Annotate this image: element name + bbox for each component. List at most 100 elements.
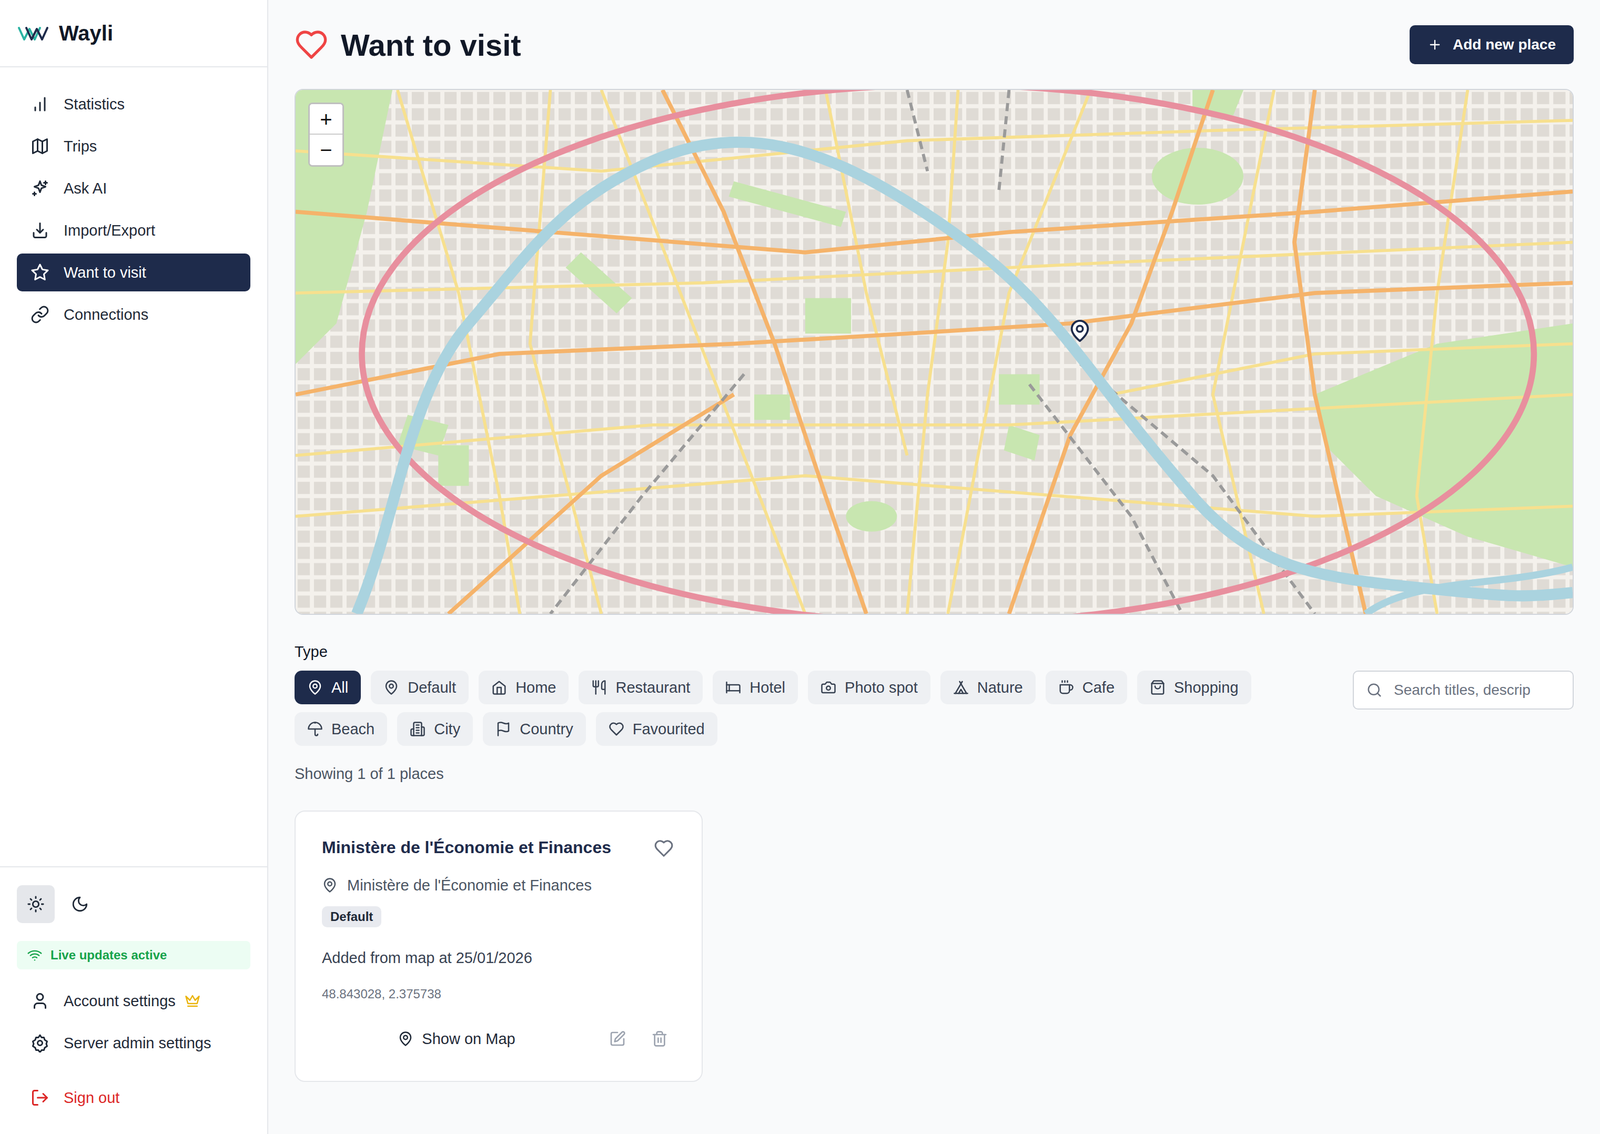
show-on-map-label: Show on Map <box>421 1030 515 1048</box>
sidebar-nav: StatisticsTrips Ask AI Import/Export Want t… <box>0 67 268 352</box>
map-icon <box>30 136 50 156</box>
utensils-icon <box>591 679 607 696</box>
sidebar-item[interactable]: Import/Export <box>16 211 251 250</box>
favourite-button[interactable] <box>652 836 676 860</box>
map-pin-icon <box>397 1030 414 1047</box>
sidebar: Wayli StatisticsTrips Ask AI Import/Export W… <box>0 0 269 1134</box>
search-icon <box>1366 682 1383 698</box>
page-header: Want to visit Add new place <box>294 25 1574 65</box>
results-count: Showing 1 of 1 places <box>294 764 1574 784</box>
filter-chip[interactable]: Shopping <box>1137 670 1252 705</box>
map-tiles <box>295 89 1573 614</box>
user-icon <box>30 991 50 1011</box>
map-marker[interactable] <box>1067 316 1092 346</box>
footer-item[interactable]: Sign out <box>16 1078 251 1117</box>
sidebar-item-label: Ask AI <box>63 179 107 198</box>
filter-chip[interactable]: Country <box>482 712 586 746</box>
shopping-bag-icon <box>1149 679 1166 696</box>
edit-button[interactable] <box>601 1023 634 1055</box>
filter-chip-label: Default <box>407 679 457 697</box>
title: Want to visit <box>294 27 522 63</box>
search-field <box>1352 670 1574 710</box>
sidebar-item[interactable]: Trips <box>16 127 251 166</box>
filter-chip-label: All <box>331 679 349 697</box>
wayli-logo-icon <box>17 22 50 44</box>
log-out-icon <box>30 1088 50 1108</box>
place-location-label: Ministère de l'Économie et Finances <box>347 875 592 895</box>
delete-button[interactable] <box>643 1023 676 1055</box>
coffee-cup-icon <box>1058 679 1075 696</box>
map-pin-icon <box>383 679 400 696</box>
filter-chip-label: Cafe <box>1082 679 1115 697</box>
filter-chip[interactable]: Favourited <box>595 712 718 746</box>
star-icon <box>30 262 50 282</box>
umbrella-icon <box>307 721 323 737</box>
sidebar-footer: Live updates active Account settings Serve… <box>0 866 268 1134</box>
place-type-badge: Default <box>321 906 382 928</box>
theme-button[interactable] <box>61 885 99 924</box>
filter-bar: All Default Home Restaurant Hotel Photo spot N… <box>294 670 1574 746</box>
filter-chip[interactable]: Cafe <box>1045 670 1128 705</box>
filter-chip[interactable]: Nature <box>940 670 1036 705</box>
filter-chip[interactable]: City <box>397 712 473 746</box>
footer-item[interactable]: Server admin settings <box>16 1024 251 1062</box>
place-coordinates: 48.843028, 2.375738 <box>321 986 676 1002</box>
footer-item[interactable]: Account settings <box>16 981 251 1020</box>
page-title: Want to visit <box>340 27 522 63</box>
river <box>1365 566 1573 614</box>
live-status: Live updates active <box>16 940 251 970</box>
zoom-control: +− <box>308 102 344 167</box>
filter-chip-label: City <box>433 720 461 738</box>
building-icon <box>409 721 426 737</box>
heart-icon <box>653 838 674 859</box>
bar-chart-icon <box>30 94 50 114</box>
filter-chip[interactable]: Default <box>370 670 469 705</box>
sun-icon <box>26 895 45 914</box>
tent-icon <box>953 679 969 696</box>
filter-label: Type <box>294 642 1574 662</box>
filter-chip-label: Home <box>515 679 556 697</box>
filter-chip[interactable]: Restaurant <box>578 670 703 705</box>
trash-icon <box>651 1030 668 1048</box>
gear-icon <box>30 1033 50 1053</box>
sidebar-item[interactable]: Ask AI <box>16 169 251 208</box>
map-railways <box>550 89 1315 614</box>
filter-chip-label: Hotel <box>749 679 786 697</box>
sidebar-item-label: Import/Export <box>63 221 156 240</box>
add-place-button[interactable]: Add new place <box>1409 25 1574 65</box>
sidebar-item-label: Want to visit <box>63 264 147 282</box>
filter-chip-label: Beach <box>331 720 375 738</box>
wifi-icon <box>27 947 43 963</box>
brand[interactable]: Wayli <box>0 0 268 68</box>
zoom-out-button[interactable]: − <box>309 134 343 166</box>
crown-icon <box>184 993 201 1009</box>
place-title: Ministère de l'Économie et Finances <box>321 836 612 858</box>
filter-chips: All Default Home Restaurant Hotel Photo spot N… <box>294 670 1273 746</box>
map-parks <box>295 89 1573 567</box>
add-place-label: Add new place <box>1452 36 1556 54</box>
filter-chip[interactable]: Hotel <box>712 670 798 705</box>
map-pin-icon <box>321 877 338 894</box>
heart-icon <box>608 721 625 737</box>
sidebar-item[interactable]: Connections <box>16 295 251 334</box>
search-input[interactable] <box>1352 670 1574 710</box>
filter-chip[interactable]: Home <box>478 670 569 705</box>
sidebar-item[interactable]: Want to visit <box>16 253 251 292</box>
sidebar-item[interactable]: Statistics <box>16 85 251 124</box>
ring-road <box>361 89 1534 614</box>
filter-chip[interactable]: All <box>294 670 361 705</box>
show-on-map-button[interactable]: Show on Map <box>321 1023 592 1055</box>
filter-chip[interactable]: Beach <box>294 712 388 746</box>
river <box>356 142 1573 614</box>
map[interactable]: +− <box>294 88 1574 615</box>
filter-chip-label: Nature <box>977 679 1024 697</box>
zoom-in-button[interactable]: + <box>309 104 343 135</box>
pencil-icon <box>609 1030 626 1048</box>
live-status-label: Live updates active <box>50 947 167 963</box>
theme-button[interactable] <box>16 885 55 924</box>
sparkles-icon <box>30 178 50 198</box>
filter-chip-label: Restaurant <box>615 679 691 697</box>
footer-item-label: Server admin settings <box>63 1034 211 1052</box>
filter-chip[interactable]: Photo spot <box>807 670 931 705</box>
home-icon <box>491 679 508 696</box>
